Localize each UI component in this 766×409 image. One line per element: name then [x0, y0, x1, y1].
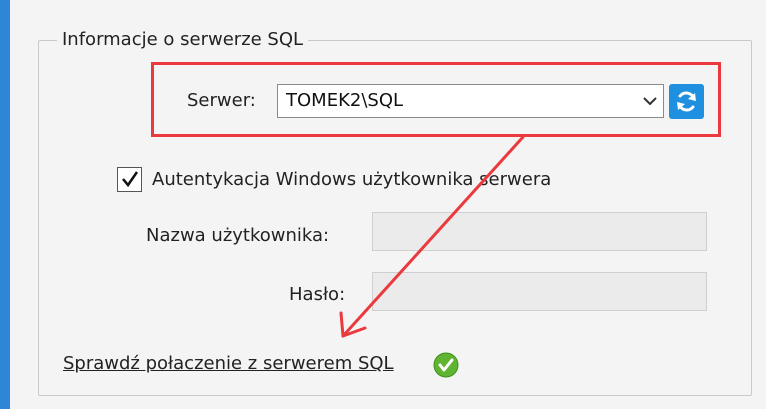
window-accent-bar: [0, 0, 10, 409]
windows-auth-label[interactable]: Autentykacja Windows użytkownika serwera: [152, 168, 551, 192]
password-label: Hasło:: [289, 284, 346, 305]
checkmark-icon: [122, 171, 139, 188]
highlight-box: [151, 62, 721, 137]
windows-auth-checkbox[interactable]: [117, 167, 142, 192]
groupbox-title: Informacje o serwerze SQL: [57, 28, 309, 52]
check-circle-icon: [433, 352, 459, 378]
username-label: Nazwa użytkownika:: [146, 225, 330, 246]
password-field[interactable]: [372, 272, 707, 311]
test-connection-link[interactable]: Sprawdź połaczenie z serwerem SQL: [63, 352, 394, 376]
username-field[interactable]: [372, 212, 707, 251]
